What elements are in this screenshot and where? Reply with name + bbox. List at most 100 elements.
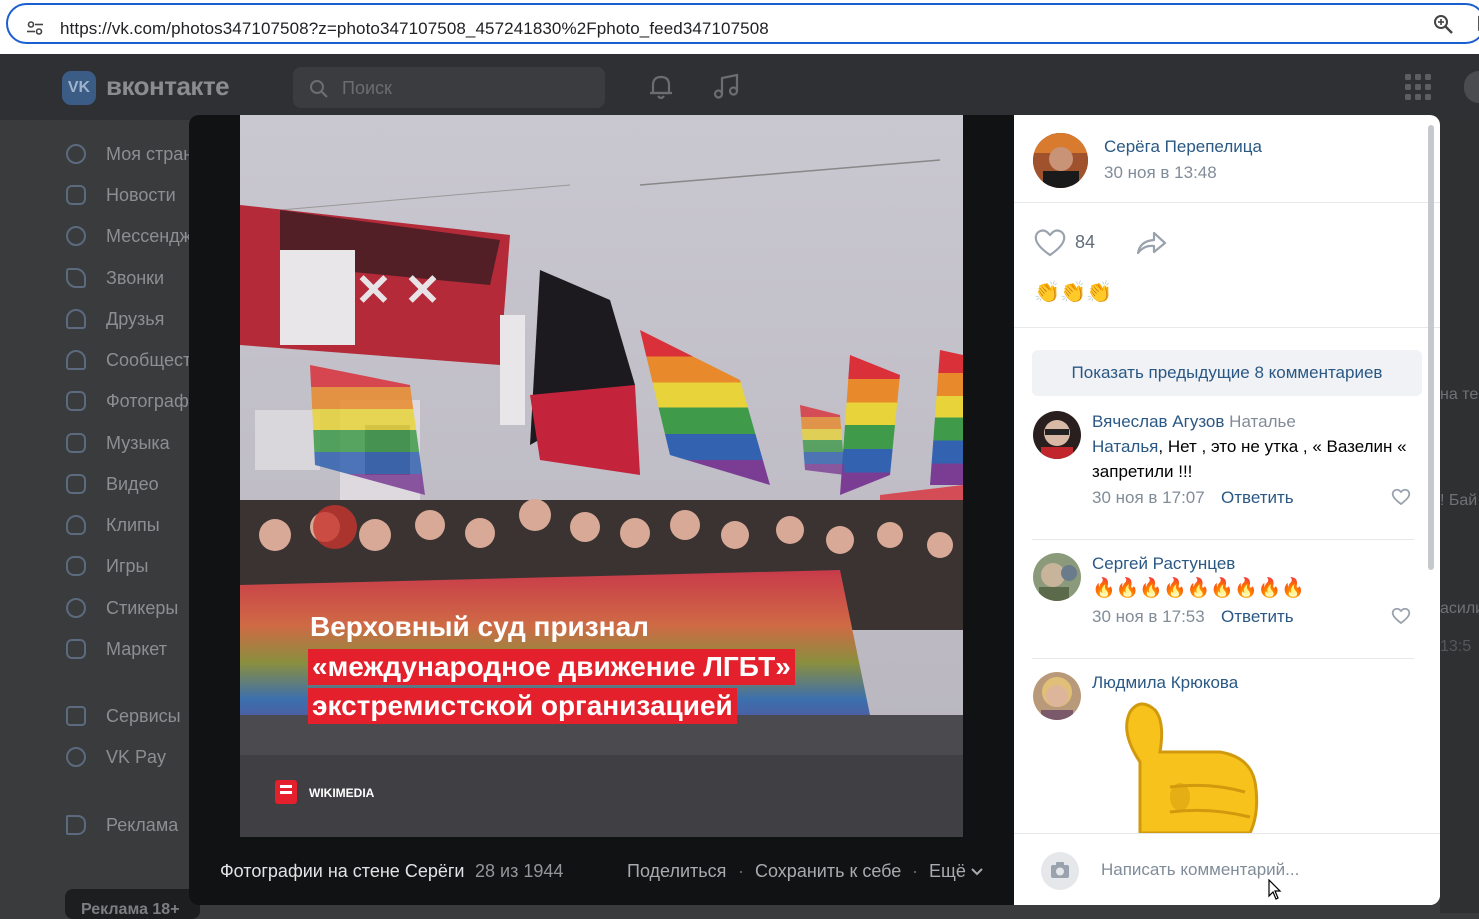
reply-to-name[interactable]: Наталье (1229, 412, 1296, 431)
chevron-down-icon[interactable] (971, 868, 983, 876)
sidebar-item-label: Стикеры (106, 598, 179, 618)
sidebar-item-label: Музыка (106, 433, 170, 453)
market-bag-icon (66, 639, 86, 659)
mention-link[interactable]: Наталья (1092, 437, 1158, 456)
sidebar-ad-block[interactable]: Реклама 18+ (65, 889, 200, 919)
comment-divider (1032, 539, 1414, 540)
camera-icon[interactable] (1041, 852, 1079, 890)
background-feed-text: 13:5 (1440, 638, 1472, 655)
sidebar-item-label: Клипы (106, 515, 160, 535)
photo-image[interactable]: ✕ ✕ Верховный суд признал «международное… (240, 115, 963, 837)
commenter-avatar[interactable] (1033, 553, 1081, 601)
svg-text:✕ ✕: ✕ ✕ (355, 266, 441, 315)
sidebar-item-label: Звонки (106, 268, 165, 288)
sidebar-item-label: Игры (106, 556, 149, 576)
divider (1014, 202, 1440, 203)
url-text: https://vk.com/photos347107508?z=photo34… (60, 19, 769, 38)
sidebar-item-label: Маркет (106, 639, 167, 659)
like-count: 84 (1075, 232, 1096, 252)
music-icon[interactable] (712, 72, 742, 102)
bookmark-star-icon[interactable] (1468, 14, 1479, 36)
comment-date[interactable]: 30 ноя в 17:07 (1092, 488, 1205, 508)
show-previous-comments-button[interactable]: Показать предыдущие 8 комментариев (1032, 350, 1422, 396)
commenter-name[interactable]: Людмила Крюкова (1092, 673, 1238, 693)
comment-input-placeholder[interactable]: Написать комментарий... (1101, 860, 1299, 880)
communities-icon (66, 350, 86, 370)
comment-composer[interactable]: Написать комментарий... (1014, 833, 1440, 905)
photo-headline: Верховный суд признал «международное дви… (308, 607, 795, 724)
commenter-avatar[interactable] (1033, 672, 1081, 720)
vk-header: VK вконтакте Поиск (0, 54, 1479, 120)
sidebar-item-label: Видео (106, 474, 159, 494)
panel-scrollbar[interactable] (1428, 125, 1434, 570)
author-avatar-image (1033, 133, 1088, 188)
comment-like-icon[interactable] (1391, 488, 1411, 506)
photo-counter: 28 из 1944 (475, 861, 564, 881)
url-field[interactable]: https://vk.com/photos347107508?z=photo34… (6, 3, 1479, 44)
post-date[interactable]: 30 ноя в 13:48 (1104, 163, 1217, 183)
commenter-avatar[interactable] (1033, 411, 1081, 459)
comment-date[interactable]: 30 ноя в 17:53 (1092, 607, 1205, 627)
album-title[interactable]: Фотографии на стене Серёги (220, 861, 464, 882)
share-arrow-icon[interactable] (1134, 228, 1168, 258)
friends-icon (66, 309, 86, 329)
browser-address-bar: https://vk.com/photos347107508?z=photo34… (0, 0, 1479, 54)
vk-logo-text[interactable]: вконтакте (106, 71, 230, 102)
comment-like-icon[interactable] (1391, 607, 1411, 625)
site-info-icon[interactable] (27, 21, 43, 35)
commenter-name[interactable]: Сергей Растунцев (1092, 554, 1235, 574)
sidebar-item-label: Фотограф (106, 391, 189, 411)
video-icon (66, 474, 86, 494)
zoom-icon[interactable] (1433, 14, 1455, 36)
commenter-avatar-image (1033, 553, 1081, 601)
sidebar-item-label: Новости (106, 185, 176, 205)
sidebar-item-label: VK Pay (106, 747, 167, 767)
phone-icon (66, 268, 86, 288)
message-icon (66, 226, 86, 246)
background-feed-strip (1440, 120, 1479, 913)
photos-icon (66, 391, 86, 411)
photo-info-panel: Серёга Перепелица 30 ноя в 13:48 84 👏👏👏 … (1014, 115, 1440, 905)
search-icon (310, 80, 328, 98)
profile-icon (66, 144, 86, 164)
sidebar-item-label: Моя стран (106, 144, 194, 164)
more-button[interactable]: Ещё (929, 861, 966, 882)
background-feed-text: асили (1440, 600, 1479, 617)
notifications-bell-icon[interactable] (647, 73, 675, 101)
search-input[interactable]: Поиск (293, 67, 605, 108)
news-icon (66, 185, 86, 205)
headline-line-1: Верховный суд признал (310, 611, 649, 642)
photo-description: 👏👏👏 (1034, 281, 1113, 304)
thumbs-up-sticker-icon (1125, 702, 1259, 833)
commenter-name[interactable]: Вячеслав Агузов (1092, 412, 1224, 431)
reply-button[interactable]: Ответить (1221, 607, 1294, 627)
separator-dot: · (738, 861, 744, 881)
save-to-self-button[interactable]: Сохранить к себе (755, 861, 901, 882)
apps-grid-icon[interactable] (1405, 74, 1431, 100)
headline-line-2: «международное движение ЛГБТ» (308, 649, 795, 685)
reply-button[interactable]: Ответить (1221, 488, 1294, 508)
photo-viewer-modal: ✕ ✕ Верховный суд признал «международное… (189, 115, 1440, 905)
like-heart-icon[interactable] (1033, 228, 1067, 258)
megaphone-icon (66, 815, 86, 835)
comment-body: Вячеслав Агузов Наталье Наталья, Нет , э… (1092, 409, 1412, 484)
user-avatar[interactable] (1464, 71, 1479, 103)
sidebar-item-label: Сообщест (106, 350, 192, 370)
sidebar-item-label: Сервисы (106, 706, 181, 726)
sidebar-item-label: Друзья (106, 309, 165, 329)
author-name-link[interactable]: Серёга Перепелица (1104, 137, 1262, 157)
share-button[interactable]: Поделиться (627, 861, 726, 882)
gamepad-icon (66, 556, 86, 576)
vkpay-icon (66, 747, 86, 767)
watermark-text: WIKIMEDIA (309, 786, 375, 800)
author-avatar[interactable] (1033, 133, 1088, 188)
commenter-avatar-image (1033, 672, 1081, 720)
stickers-icon (66, 598, 86, 618)
vk-logo-icon[interactable]: VK (62, 71, 96, 105)
commenter-avatar-image (1033, 411, 1081, 459)
protest-photo: ✕ ✕ (240, 115, 963, 837)
music-nav-icon (66, 433, 86, 453)
sidebar-item-label: Реклама (106, 815, 179, 835)
photo-caption-bar: Фотографии на стене Серёги 28 из 1944 По… (189, 837, 1014, 905)
separator-dot: · (912, 861, 918, 881)
